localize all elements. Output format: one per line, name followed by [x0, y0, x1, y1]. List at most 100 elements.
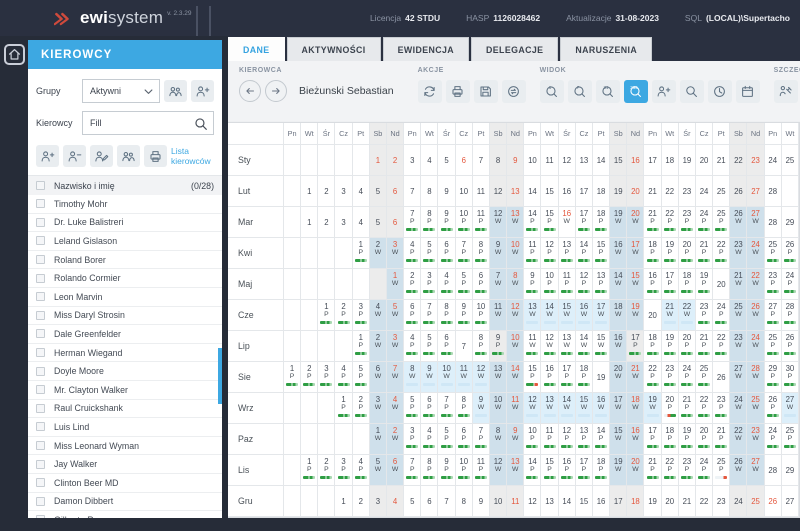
transfer-button[interactable]: [502, 80, 526, 103]
day-cell[interactable]: 2: [353, 486, 370, 517]
day-cell[interactable]: 11P: [473, 207, 490, 238]
users-button[interactable]: [164, 80, 187, 102]
day-cell[interactable]: 15W: [593, 331, 610, 362]
day-cell[interactable]: 18P: [593, 207, 610, 238]
day-cell[interactable]: 13W: [507, 455, 524, 486]
day-cell[interactable]: 13P: [593, 269, 610, 300]
driver-checkbox[interactable]: [36, 329, 45, 338]
day-cell[interactable]: 3: [370, 486, 387, 517]
day-cell[interactable]: 11W: [456, 362, 473, 393]
day-cell[interactable]: 12W: [507, 300, 524, 331]
day-cell[interactable]: 1P: [353, 331, 370, 362]
day-cell[interactable]: 26: [713, 362, 730, 393]
day-cell[interactable]: 20P: [662, 393, 679, 424]
day-cell[interactable]: 22P: [696, 393, 713, 424]
day-cell[interactable]: 7: [456, 331, 473, 362]
day-cell[interactable]: 10W: [438, 362, 455, 393]
day-cell[interactable]: 13: [541, 486, 558, 517]
day-cell[interactable]: 15W: [610, 424, 627, 455]
day-cell[interactable]: 14W: [507, 362, 524, 393]
day-cell[interactable]: 16P: [541, 362, 558, 393]
day-cell[interactable]: 5: [370, 176, 387, 207]
day-cell[interactable]: 25: [713, 176, 730, 207]
day-cell[interactable]: 7P: [404, 207, 421, 238]
day-cell[interactable]: 24: [696, 176, 713, 207]
day-cell[interactable]: 9P: [456, 300, 473, 331]
driver-checkbox[interactable]: [36, 311, 45, 320]
driver-list-item[interactable]: Miss Leonard Wyman: [28, 437, 222, 456]
prev-driver-button[interactable]: [239, 80, 261, 102]
view-calendar-button[interactable]: [736, 80, 760, 103]
day-cell[interactable]: 1: [335, 486, 352, 517]
day-cell[interactable]: 9P: [438, 207, 455, 238]
day-cell[interactable]: 18W: [610, 300, 627, 331]
driver-checkbox[interactable]: [36, 515, 45, 518]
day-cell[interactable]: 9: [438, 176, 455, 207]
day-cell[interactable]: 9: [473, 486, 490, 517]
day-cell[interactable]: 20P: [679, 331, 696, 362]
day-cell[interactable]: 4P: [335, 362, 352, 393]
day-cell[interactable]: 25P: [713, 207, 730, 238]
day-cell[interactable]: 4: [387, 486, 404, 517]
printer-button[interactable]: [144, 145, 167, 167]
day-cell[interactable]: 3W: [387, 331, 404, 362]
day-cell[interactable]: 14P: [524, 207, 541, 238]
day-cell[interactable]: 20P: [696, 424, 713, 455]
groups-select[interactable]: Aktywni: [82, 79, 160, 103]
day-cell[interactable]: 21P: [644, 455, 661, 486]
day-cell[interactable]: 24P: [679, 362, 696, 393]
day-cell[interactable]: 2P: [301, 362, 318, 393]
driver-checkbox[interactable]: [36, 274, 45, 283]
day-cell[interactable]: 27P: [765, 300, 782, 331]
day-cell[interactable]: 11W: [524, 331, 541, 362]
day-cell[interactable]: 12W: [541, 331, 558, 362]
day-cell[interactable]: 26P: [782, 331, 799, 362]
day-cell[interactable]: 9P: [524, 269, 541, 300]
day-cell[interactable]: 5W: [370, 455, 387, 486]
day-cell[interactable]: 25P: [782, 424, 799, 455]
day-cell[interactable]: 26: [765, 486, 782, 517]
day-cell[interactable]: 21: [713, 145, 730, 176]
day-cell[interactable]: 4P: [353, 455, 370, 486]
day-cell[interactable]: 13P: [576, 424, 593, 455]
day-cell[interactable]: 27: [747, 176, 764, 207]
day-cell[interactable]: 10P: [541, 269, 558, 300]
day-cell[interactable]: 12P: [576, 269, 593, 300]
day-cell[interactable]: 3P: [404, 424, 421, 455]
day-cell[interactable]: 5: [438, 145, 455, 176]
day-cell[interactable]: 24P: [782, 269, 799, 300]
day-cell[interactable]: 18P: [644, 331, 661, 362]
printer-button[interactable]: [446, 80, 470, 103]
day-cell[interactable]: 10W: [507, 331, 524, 362]
inspection-button[interactable]: [774, 80, 798, 103]
day-cell[interactable]: 29: [782, 455, 799, 486]
day-cell[interactable]: 20: [627, 176, 644, 207]
day-cell[interactable]: 13W: [541, 393, 558, 424]
driver-list-item[interactable]: Rolando Cormier: [28, 269, 222, 288]
day-cell[interactable]: 2P: [353, 393, 370, 424]
day-cell[interactable]: 18: [662, 145, 679, 176]
day-cell[interactable]: 3P: [335, 455, 352, 486]
day-cell[interactable]: 17P: [576, 207, 593, 238]
driver-list-item[interactable]: Doyle Moore: [28, 362, 222, 381]
day-cell[interactable]: 18P: [662, 424, 679, 455]
day-cell[interactable]: 20: [696, 145, 713, 176]
day-cell[interactable]: 21P: [696, 238, 713, 269]
day-cell[interactable]: 17W: [627, 238, 644, 269]
day-cell[interactable]: 3W: [370, 393, 387, 424]
day-cell[interactable]: 3P: [318, 362, 335, 393]
day-cell[interactable]: 3P: [353, 300, 370, 331]
day-cell[interactable]: 28: [765, 207, 782, 238]
day-cell[interactable]: 11P: [473, 455, 490, 486]
day-cell[interactable]: 28P: [782, 300, 799, 331]
day-cell[interactable]: 12: [559, 145, 576, 176]
day-cell[interactable]: 4: [353, 207, 370, 238]
day-cell[interactable]: 9W: [507, 424, 524, 455]
day-cell[interactable]: 4P: [404, 331, 421, 362]
day-cell[interactable]: 4: [421, 145, 438, 176]
day-cell[interactable]: 1: [370, 145, 387, 176]
day-cell[interactable]: 9W: [473, 393, 490, 424]
day-cell[interactable]: 17P: [627, 331, 644, 362]
view-zoom-31-button[interactable]: 31: [596, 80, 620, 103]
day-cell[interactable]: 3W: [387, 238, 404, 269]
